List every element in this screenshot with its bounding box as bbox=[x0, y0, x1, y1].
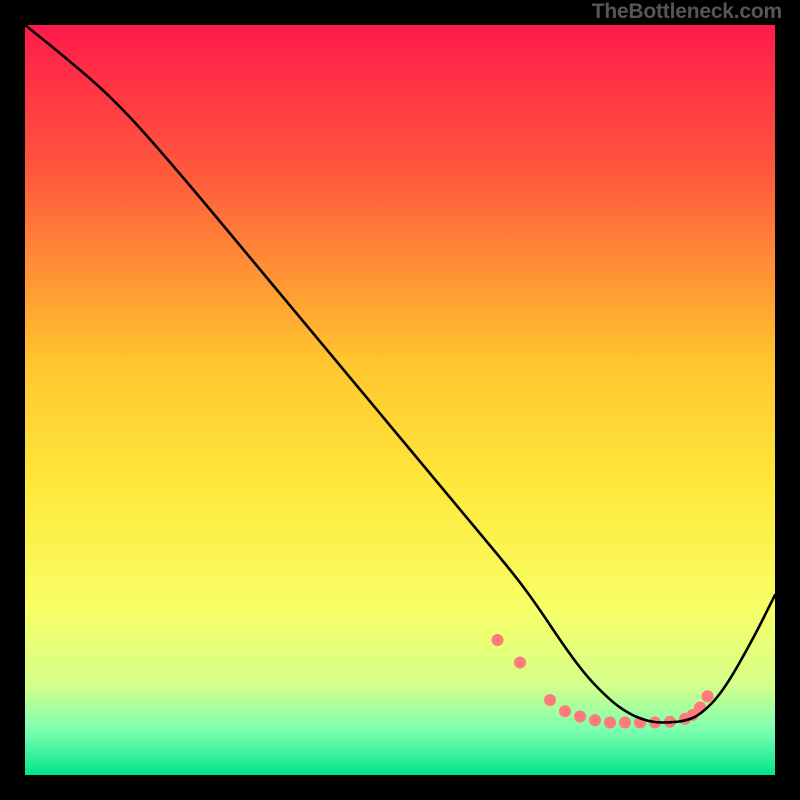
attribution-watermark: TheBottleneck.com bbox=[592, 0, 782, 24]
data-marker bbox=[589, 714, 601, 726]
data-marker bbox=[604, 717, 616, 729]
data-marker bbox=[514, 657, 526, 669]
data-marker bbox=[702, 690, 714, 702]
data-marker bbox=[544, 694, 556, 706]
chart-frame bbox=[16, 16, 784, 784]
chart-canvas bbox=[25, 25, 775, 775]
chart-background bbox=[25, 25, 775, 775]
data-marker bbox=[492, 634, 504, 646]
data-marker bbox=[559, 705, 571, 717]
data-marker bbox=[574, 711, 586, 723]
data-marker bbox=[619, 717, 631, 729]
